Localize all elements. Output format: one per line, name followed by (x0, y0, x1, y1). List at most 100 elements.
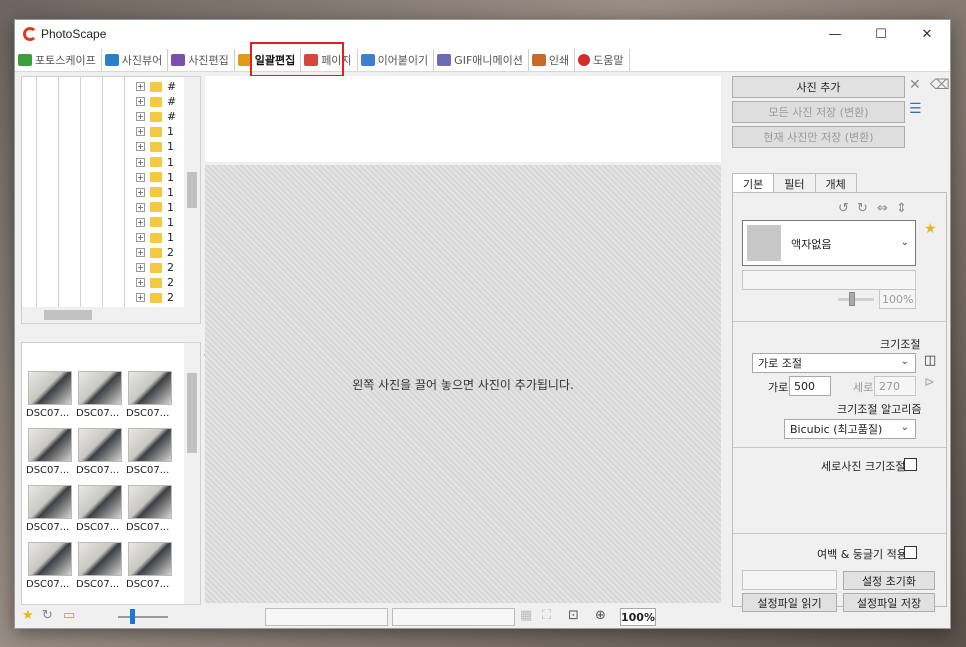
expand-icon[interactable]: + (136, 263, 145, 273)
thumbnail-item[interactable]: DSC07... (26, 371, 74, 419)
rotate-right-icon[interactable]: ↻ (857, 201, 868, 216)
tab-object[interactable]: 개체 (814, 173, 857, 193)
thumbnail-item[interactable]: DSC07... (26, 542, 74, 590)
tree-item[interactable]: +2 (136, 260, 174, 275)
photo-strip[interactable] (205, 76, 721, 162)
scroll-thumb[interactable] (44, 310, 92, 320)
tree-item[interactable]: +1 (136, 185, 174, 200)
width-input[interactable]: 500 (789, 376, 831, 396)
resize-mode-select[interactable]: 가로 조절 ⌄ (752, 353, 916, 373)
tab-filter[interactable]: 필터 (773, 173, 816, 193)
tree-item[interactable]: +1 (136, 170, 174, 185)
margin-round-checkbox[interactable] (904, 546, 917, 559)
frame-percent-field[interactable]: 100% (879, 289, 916, 309)
expand-icon[interactable]: + (136, 202, 145, 212)
tree-item[interactable]: + # (136, 94, 176, 109)
slider-knob[interactable] (130, 609, 135, 624)
settings-file-field[interactable] (742, 570, 837, 590)
algo-select[interactable]: Bicubic (최고품질) ⌄ (784, 419, 916, 439)
drop-canvas[interactable]: 왼쪽 사진을 끌어 놓으면 사진이 추가됩니다. (205, 165, 721, 603)
save-current-button[interactable]: 현재 사진만 저장 (변환) (732, 126, 905, 148)
expand-icon[interactable]: + (136, 293, 145, 303)
expand-icon[interactable]: + (136, 127, 145, 137)
triangle-icon[interactable]: ⊳ (924, 375, 935, 390)
tree-item[interactable]: +2 (136, 290, 174, 305)
thumbnail-item[interactable]: DSC07... (76, 371, 124, 419)
tree-item[interactable]: +2 (136, 245, 174, 260)
tree-item[interactable]: +1 (136, 230, 174, 245)
zoom-level[interactable]: 100% (620, 608, 656, 626)
expand-icon[interactable]: + (136, 142, 145, 152)
expand-icon[interactable]: + (136, 97, 145, 107)
tree-vertical-scrollbar[interactable] (184, 77, 200, 323)
tree-item[interactable]: + # (136, 79, 176, 94)
scroll-thumb[interactable] (187, 172, 197, 208)
resize-window-icon[interactable]: ◫ (924, 353, 936, 368)
expand-icon[interactable]: + (136, 112, 145, 122)
thumbnail-item[interactable]: DSC07... (76, 485, 124, 533)
tree-horizontal-scrollbar[interactable] (22, 307, 200, 323)
frame-size-slider[interactable] (838, 298, 874, 301)
thumbnail-size-slider[interactable] (118, 616, 168, 618)
close-button[interactable]: ✕ (904, 20, 950, 48)
tree-item[interactable]: + # (136, 109, 176, 124)
height-input[interactable]: 270 (874, 376, 916, 396)
expand-icon[interactable]: + (136, 248, 145, 258)
tab-combine[interactable]: 이어붙이기 (358, 48, 435, 71)
tree-item[interactable]: +1 (136, 215, 174, 230)
tree-item[interactable]: +2 (136, 275, 174, 290)
thumbnail-item[interactable]: DSC07... (126, 485, 174, 533)
tab-print[interactable]: 인쇄 (529, 48, 576, 71)
tree-item[interactable]: +1 (136, 155, 174, 170)
transparency-icon[interactable]: ▦ (520, 608, 532, 623)
thumbnail-item[interactable]: DSC07... (76, 428, 124, 476)
add-photo-button[interactable]: 사진 추가 (732, 76, 905, 98)
slider-knob[interactable] (849, 292, 855, 306)
reset-settings-button[interactable]: 설정 초기화 (843, 571, 935, 590)
expand-icon[interactable]: + (136, 82, 145, 91)
tree-item[interactable]: +1 (136, 124, 174, 139)
zoom-icon[interactable]: ⊕ (595, 608, 606, 623)
expand-icon[interactable]: + (136, 233, 145, 242)
maximize-button[interactable]: ☐ (858, 20, 904, 48)
folder-icon[interactable]: ▭ (63, 608, 75, 623)
tab-gif-animation[interactable]: GIF애니메이션 (434, 48, 529, 71)
expand-icon[interactable]: + (136, 172, 145, 182)
save-all-button[interactable]: 모든 사진 저장 (변환) (732, 101, 905, 123)
thumbnail-list[interactable]: DSC07... DSC07... DSC07... DSC07... DSC07...… (21, 342, 201, 605)
vertical-resize-checkbox[interactable] (904, 458, 917, 471)
tree-item[interactable]: +1 (136, 200, 174, 215)
tab-basic[interactable]: 기본 (732, 173, 775, 193)
thumbnail-item[interactable]: DSC07... (76, 542, 124, 590)
frame-option-field[interactable] (742, 270, 916, 290)
favorite-star-icon[interactable]: ★ (22, 608, 34, 623)
refresh-icon[interactable]: ↻ (42, 608, 53, 623)
thumbnail-item[interactable]: DSC07... (126, 542, 174, 590)
trash-icon[interactable]: ⌫ (930, 77, 950, 93)
expand-icon[interactable]: + (136, 278, 145, 288)
clear-list-icon[interactable]: ✕ (909, 77, 921, 93)
flip-horizontal-icon[interactable]: ⇔ (877, 201, 888, 216)
expand-icon[interactable]: + (136, 217, 145, 227)
thumbnail-item[interactable]: DSC07... (126, 371, 174, 419)
menu-list-icon[interactable]: ☰ (909, 101, 922, 117)
actual-size-icon[interactable]: ⊡ (568, 608, 579, 623)
frame-dropdown[interactable]: 액자없음 ⌄ (742, 220, 916, 266)
scroll-thumb[interactable] (187, 373, 197, 453)
tab-viewer[interactable]: 사진뷰어 (102, 48, 169, 71)
star-icon[interactable]: ★ (924, 221, 937, 237)
thumbnail-vertical-scrollbar[interactable] (184, 343, 200, 604)
rotate-left-icon[interactable]: ↺ (838, 201, 849, 216)
flip-vertical-icon[interactable]: ⇕ (896, 201, 907, 216)
expand-icon[interactable]: + (136, 187, 145, 197)
minimize-button[interactable]: — (812, 20, 858, 48)
folder-tree[interactable]: + # + # + # +1 +1 +1 +1 +1 +1 +1 +1 +2 +2 +2 +2 (21, 76, 201, 324)
thumbnail-item[interactable]: DSC07... (126, 428, 174, 476)
fit-screen-icon[interactable]: ⛶ (542, 608, 551, 623)
thumbnail-item[interactable]: DSC07... (26, 428, 74, 476)
tab-editor[interactable]: 사진편집 (168, 48, 235, 71)
tree-item[interactable]: +1 (136, 139, 174, 154)
tab-help[interactable]: 도움말 (575, 48, 630, 71)
thumbnail-item[interactable]: DSC07... (26, 485, 74, 533)
tab-photoscape[interactable]: 포토스케이프 (15, 48, 102, 71)
